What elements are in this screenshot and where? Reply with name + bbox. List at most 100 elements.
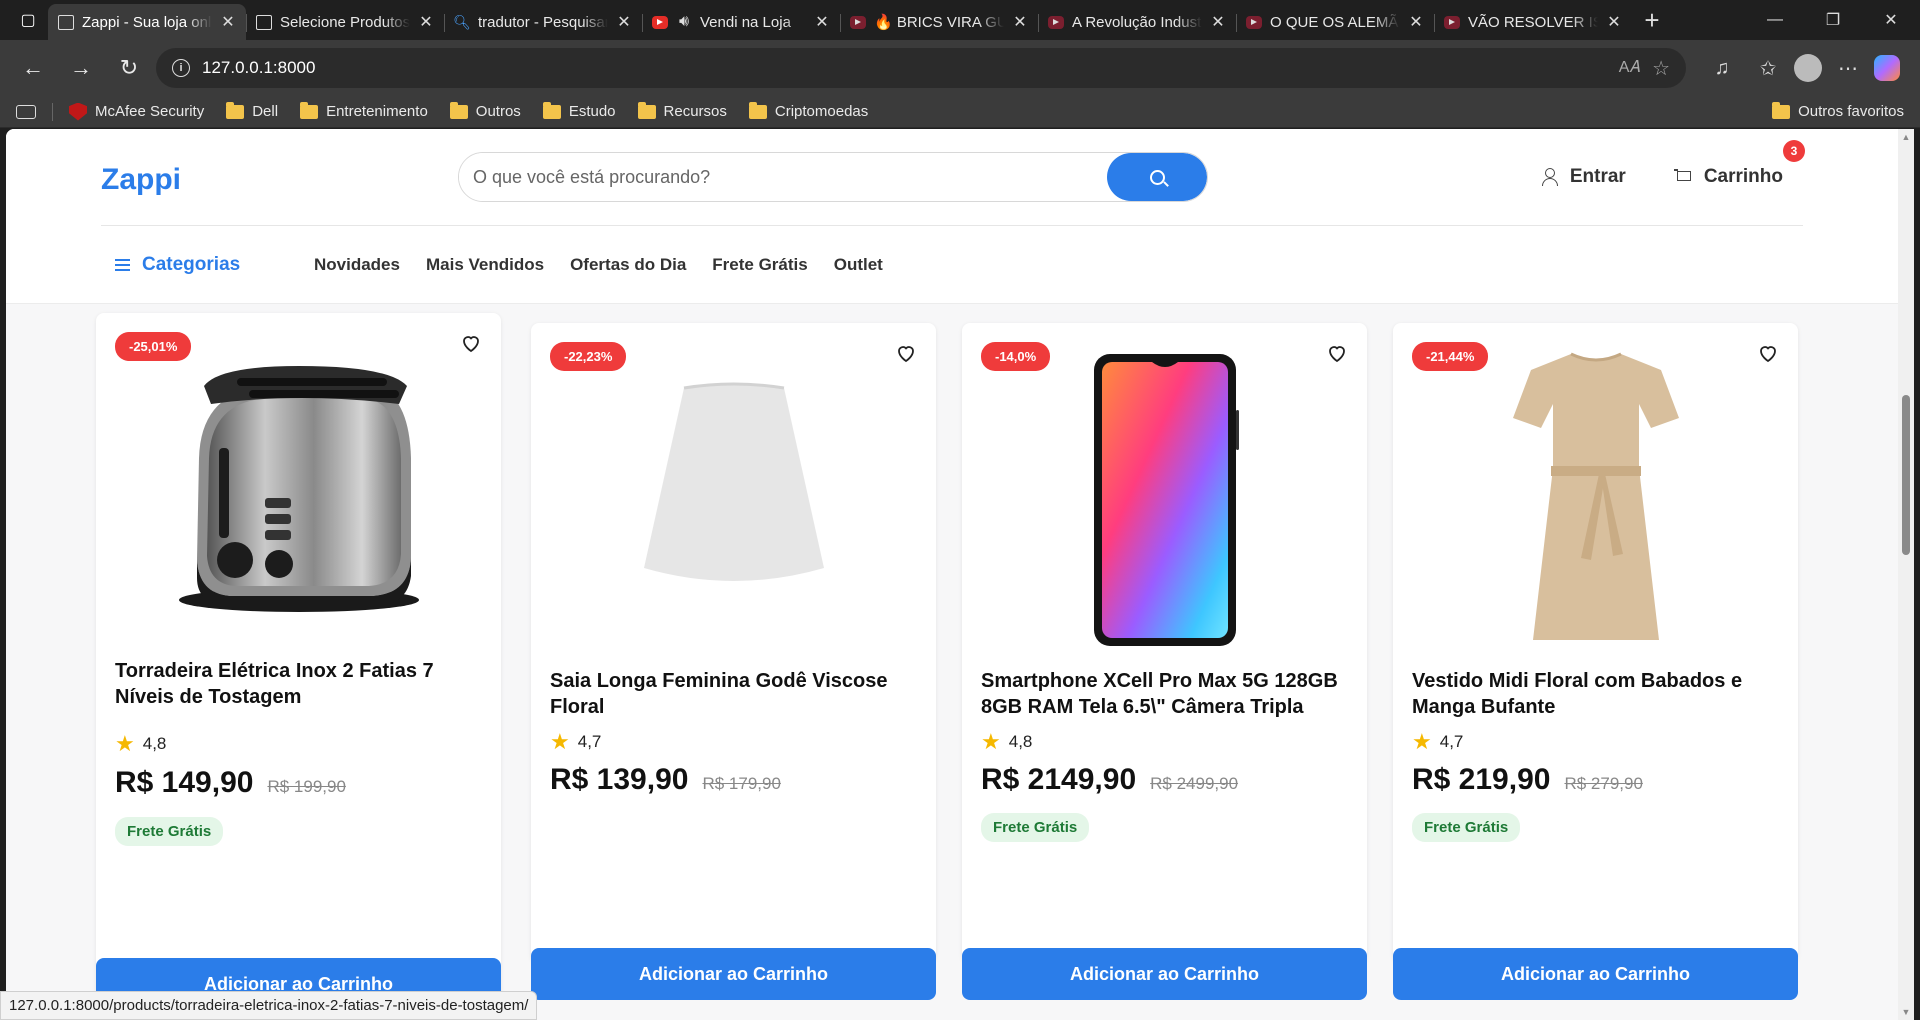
- categories-label: Categorias: [142, 253, 241, 275]
- product-old-price: R$ 2499,90: [1150, 774, 1239, 793]
- bookmark-outros[interactable]: Outros: [449, 101, 521, 120]
- site-header: Zappi Entrar Carrinho 3 Categori: [6, 129, 1898, 304]
- favorite-star-icon[interactable]: ☆: [1652, 56, 1670, 81]
- add-to-cart-button[interactable]: Adicionar ao Carrinho: [1393, 948, 1798, 1000]
- scrollbar-thumb[interactable]: [1902, 395, 1910, 555]
- login-button[interactable]: Entrar: [1541, 166, 1626, 188]
- product-card[interactable]: -21,44% Vestido Midi Floral com Babados …: [1393, 323, 1798, 1000]
- page-scrollbar[interactable]: ▲ ▼: [1898, 129, 1914, 1020]
- page-icon: [58, 14, 74, 30]
- tab-revolucao[interactable]: A Revolução Industrial ✕: [1038, 4, 1236, 40]
- product-card[interactable]: -22,23% Saia Longa Feminina Godê Viscose…: [531, 323, 936, 1000]
- product-card[interactable]: -14,0% Smartphone XCell Pro Max 5G 128GB…: [962, 323, 1367, 1000]
- nav-link-outlet[interactable]: Outlet: [834, 255, 883, 275]
- cart-button[interactable]: Carrinho 3: [1673, 140, 1805, 188]
- tab-selecione[interactable]: Selecione Produtos ✕: [246, 4, 444, 40]
- bookmark-label: Outros favoritos: [1798, 103, 1904, 120]
- bookmark-criptomoedas[interactable]: Criptomoedas: [748, 101, 869, 120]
- bookmark-dell[interactable]: Dell: [226, 101, 278, 120]
- site-info-icon[interactable]: i: [172, 59, 190, 77]
- product-title[interactable]: Vestido Midi Floral com Babados e Manga …: [1412, 668, 1779, 720]
- scroll-down-icon[interactable]: ▼: [1898, 1004, 1914, 1020]
- search-bar: [458, 152, 1208, 202]
- product-card[interactable]: -25,01% Torradeira Elétrica Inox 2 Fatia…: [96, 313, 501, 1020]
- new-tab-icon[interactable]: +: [1632, 0, 1672, 40]
- nav-link-mais-vendidos[interactable]: Mais Vendidos: [426, 255, 544, 275]
- smartphone-image[interactable]: [962, 335, 1367, 665]
- product-title[interactable]: Saia Longa Feminina Godê Viscose Floral: [550, 668, 917, 720]
- more-menu-icon[interactable]: ⋯: [1828, 49, 1868, 87]
- address-bar[interactable]: i 127.0.0.1:8000 A𝐴 ☆: [156, 48, 1686, 88]
- close-icon[interactable]: ✕: [1210, 12, 1226, 32]
- bookmark-label: Criptomoedas: [774, 103, 869, 120]
- skirt-image[interactable]: [531, 323, 936, 653]
- nav-link-novidades[interactable]: Novidades: [314, 255, 400, 275]
- nav-link-ofertas-do-dia[interactable]: Ofertas do Dia: [570, 255, 686, 275]
- search-input[interactable]: [459, 153, 1107, 201]
- tab-brics[interactable]: 🔥 BRICS VIRA GUERRA ✕: [840, 4, 1038, 40]
- tab-tradutor[interactable]: 🔍︎ tradutor - Pesquisar ✕: [444, 4, 642, 40]
- categories-button[interactable]: Categorias: [101, 254, 314, 276]
- bookmark-other-favorites[interactable]: Outros favoritos: [1772, 101, 1904, 120]
- bookmark-entretenimento[interactable]: Entretenimento: [300, 101, 428, 120]
- login-label: Entrar: [1569, 166, 1626, 187]
- forward-icon[interactable]: →: [60, 49, 102, 87]
- discount-badge: -14,0%: [981, 342, 1051, 371]
- heart-icon[interactable]: [1756, 341, 1780, 365]
- product-old-price: R$ 199,90: [267, 777, 346, 796]
- product-rating: ★ 4,8: [981, 731, 1032, 753]
- folder-icon: [226, 101, 245, 119]
- dress-image[interactable]: [1393, 333, 1798, 663]
- heart-icon[interactable]: [894, 341, 918, 365]
- minimize-icon[interactable]: —: [1746, 0, 1804, 40]
- copilot-icon[interactable]: [1874, 55, 1900, 81]
- heart-icon[interactable]: [1325, 341, 1349, 365]
- profile-avatar[interactable]: [1794, 54, 1822, 82]
- product-price: R$ 139,90: [550, 763, 689, 796]
- free-shipping-badge: Frete Grátis: [1412, 813, 1521, 842]
- close-icon[interactable]: ✕: [220, 12, 236, 32]
- read-aloud-icon[interactable]: A𝐴: [1619, 59, 1640, 77]
- close-icon[interactable]: ✕: [814, 12, 830, 32]
- scroll-up-icon[interactable]: ▲: [1898, 129, 1914, 145]
- reading-list-icon[interactable]: [16, 104, 36, 119]
- page-icon: [256, 14, 272, 30]
- refresh-icon[interactable]: ↻: [108, 49, 150, 87]
- cart-label: Carrinho: [1703, 166, 1783, 187]
- bookmarks-separator: [52, 102, 53, 121]
- star-icon: ★: [550, 729, 570, 754]
- bookmark-estudo[interactable]: Estudo: [542, 101, 616, 120]
- tab-zappi[interactable]: Zappi - Sua loja online ✕: [48, 4, 246, 40]
- add-to-cart-button[interactable]: Adicionar ao Carrinho: [962, 948, 1367, 1000]
- close-window-icon[interactable]: ✕: [1862, 0, 1920, 40]
- close-icon[interactable]: ✕: [418, 12, 434, 32]
- tab-vendi[interactable]: 🔊︎ Vendi na Loja ✕: [642, 4, 840, 40]
- youtube-icon: [1048, 15, 1064, 29]
- close-icon[interactable]: ✕: [616, 12, 632, 32]
- site-logo[interactable]: Zappi: [101, 157, 458, 197]
- media-icon[interactable]: ♫: [1702, 49, 1742, 87]
- restore-icon[interactable]: ❐: [1804, 0, 1862, 40]
- product-title[interactable]: Torradeira Elétrica Inox 2 Fatias 7 Níve…: [115, 658, 482, 710]
- bookmark-mcafee[interactable]: McAfee Security: [69, 102, 204, 121]
- close-icon[interactable]: ✕: [1012, 12, 1028, 32]
- tab-resolver[interactable]: VÃO RESOLVER ISSO ✕: [1434, 4, 1632, 40]
- search-button[interactable]: [1107, 153, 1207, 201]
- bookmark-recursos[interactable]: Recursos: [637, 101, 727, 120]
- product-title[interactable]: Smartphone XCell Pro Max 5G 128GB 8GB RA…: [981, 668, 1348, 720]
- product-price: R$ 149,90: [115, 766, 254, 799]
- main-nav: Novidades Mais Vendidos Ofertas do Dia F…: [314, 255, 883, 275]
- toaster-image[interactable]: [96, 313, 501, 643]
- add-to-cart-button[interactable]: Adicionar ao Carrinho: [531, 948, 936, 1000]
- close-icon[interactable]: ✕: [1606, 12, 1622, 32]
- back-icon[interactable]: ←: [12, 49, 54, 87]
- tab-actions-icon[interactable]: ▢: [8, 0, 48, 40]
- address-url[interactable]: 127.0.0.1:8000: [202, 58, 1607, 78]
- tab-alemaes[interactable]: O QUE OS ALEMÃES ✕: [1236, 4, 1434, 40]
- nav-link-frete-gratis[interactable]: Frete Grátis: [712, 255, 807, 275]
- tab-title: VÃO RESOLVER ISSO: [1468, 13, 1598, 31]
- speaker-icon[interactable]: 🔊︎: [676, 13, 692, 30]
- close-icon[interactable]: ✕: [1408, 12, 1424, 32]
- heart-icon[interactable]: [459, 331, 483, 355]
- favorites-icon[interactable]: ✩: [1748, 49, 1788, 87]
